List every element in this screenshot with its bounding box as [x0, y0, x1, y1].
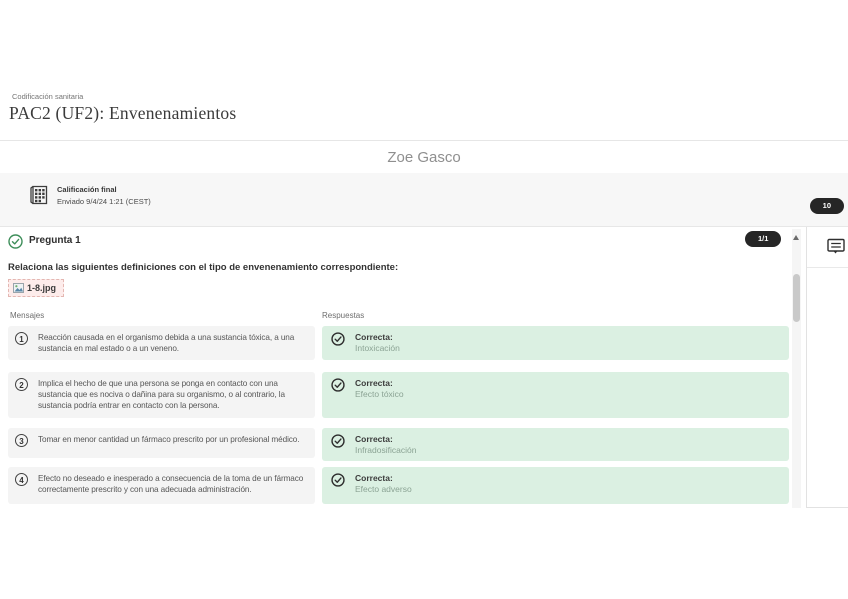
- message-text: Tomar en menor cantidad un fármaco presc…: [38, 434, 307, 445]
- feedback-comment-icon[interactable]: [827, 238, 845, 255]
- message-number-badge: 2: [15, 378, 28, 391]
- scrollbar-thumb[interactable]: [793, 274, 800, 322]
- student-name: Zoe Gasco: [0, 149, 848, 166]
- question-prompt: Relaciona las siguientes definiciones co…: [8, 262, 768, 273]
- answer-value: Efecto tóxico: [355, 389, 779, 400]
- match-row: 4 Efecto no deseado e inesperado a conse…: [0, 467, 790, 504]
- answer-box: Correcta: Efecto adverso: [322, 467, 789, 504]
- column-header-responses: Respuestas: [322, 311, 364, 320]
- breadcrumb[interactable]: Codificación sanitaria: [12, 92, 83, 101]
- answer-result-label: Correcta:: [355, 332, 779, 343]
- grade-bar: Calificación final Enviado 9/4/24 1:21 (…: [0, 173, 848, 227]
- grade-sheet-icon: [28, 184, 50, 206]
- answer-result-label: Correcta:: [355, 434, 779, 445]
- grade-badge: 10: [810, 198, 844, 214]
- message-box: 1 Reacción causada en el organismo debid…: [8, 326, 315, 360]
- answer-check-circle-icon: [331, 434, 345, 448]
- message-number-badge: 3: [15, 434, 28, 447]
- answer-result-label: Correcta:: [355, 378, 779, 389]
- feedback-side-panel: [806, 227, 848, 508]
- grade-label: Calificación final: [57, 184, 151, 196]
- question-pane: Pregunta 1 1/1 Relaciona las siguientes …: [0, 227, 790, 509]
- message-text: Efecto no deseado e inesperado a consecu…: [38, 473, 307, 495]
- answer-result-label: Correcta:: [355, 473, 779, 484]
- question-correct-check-circle-icon: [8, 234, 23, 249]
- answer-value: Infradosificación: [355, 445, 779, 456]
- message-text: Implica el hecho de que una persona se p…: [38, 378, 307, 411]
- match-row: 1 Reacción causada en el organismo debid…: [0, 326, 790, 360]
- message-number-badge: 4: [15, 473, 28, 486]
- answer-value: Intoxicación: [355, 343, 779, 354]
- match-row: 3 Tomar en menor cantidad un fármaco pre…: [0, 428, 790, 458]
- match-row: 2 Implica el hecho de que una persona se…: [0, 372, 790, 418]
- header-divider: [0, 140, 848, 141]
- question-title: Pregunta 1: [29, 235, 81, 246]
- message-box: 3 Tomar en menor cantidad un fármaco pre…: [8, 428, 315, 458]
- scroll-up-arrow-icon[interactable]: [793, 235, 799, 240]
- answer-box: Correcta: Efecto tóxico: [322, 372, 789, 418]
- broken-image-filename: 1-8.jpg: [27, 283, 56, 293]
- message-number-badge: 1: [15, 332, 28, 345]
- message-box: 4 Efecto no deseado e inesperado a conse…: [8, 467, 315, 504]
- answer-box: Correcta: Intoxicación: [322, 326, 789, 360]
- submitted-timestamp: Enviado 9/4/24 1:21 (CEST): [57, 196, 151, 208]
- page-title: PAC2 (UF2): Envenenamientos: [9, 103, 236, 124]
- vertical-scrollbar[interactable]: [792, 229, 801, 508]
- answer-check-circle-icon: [331, 332, 345, 346]
- column-header-messages: Mensajes: [10, 311, 44, 320]
- answer-value: Efecto adverso: [355, 484, 779, 495]
- message-box: 2 Implica el hecho de que una persona se…: [8, 372, 315, 418]
- side-panel-header: [807, 227, 848, 268]
- broken-image-placeholder: 1-8.jpg: [8, 279, 64, 297]
- question-score-badge: 1/1: [745, 231, 781, 247]
- quiz-review-area: Pregunta 1 1/1 Relaciona las siguientes …: [0, 227, 848, 509]
- message-text: Reacción causada en el organismo debida …: [38, 332, 307, 354]
- answer-box: Correcta: Infradosificación: [322, 428, 789, 461]
- answer-check-circle-icon: [331, 378, 345, 392]
- broken-image-icon: [13, 283, 24, 293]
- answer-check-circle-icon: [331, 473, 345, 487]
